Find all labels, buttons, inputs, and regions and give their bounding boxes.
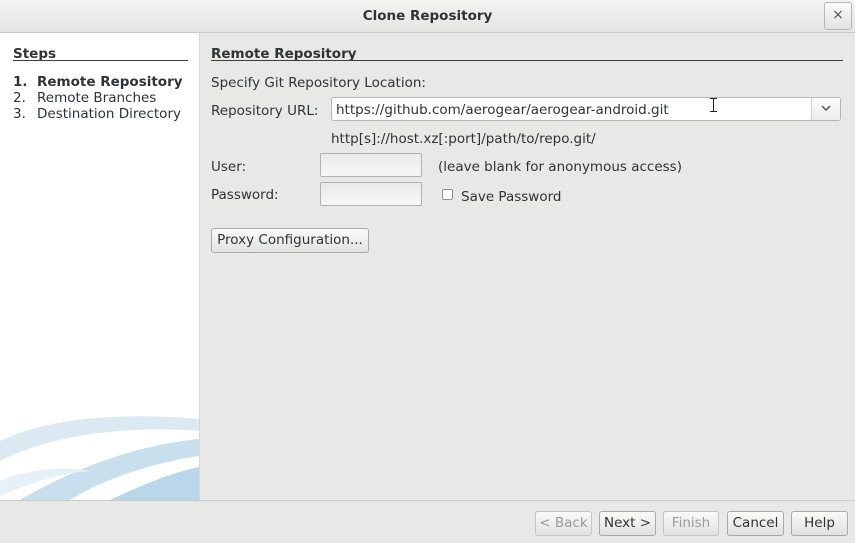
repository-url-dropdown-button[interactable] [811, 98, 840, 120]
chevron-down-icon [821, 105, 831, 112]
close-button[interactable]: × [824, 2, 852, 30]
proxy-configuration-button[interactable]: Proxy Configuration... [211, 228, 369, 253]
step-label: Destination Directory [37, 106, 181, 122]
step-remote-repository: 1. Remote Repository [13, 74, 183, 90]
url-format-hint: http[s]://host.xz[:port]/path/to/repo.gi… [331, 131, 596, 147]
steps-panel: Steps 1. Remote Repository 2. Remote Branc… [0, 33, 200, 500]
main-panel: Remote Repository Specify Git Repository… [200, 33, 855, 500]
user-field[interactable] [320, 153, 422, 177]
steps-divider [13, 60, 188, 61]
step-label: Remote Branches [37, 90, 157, 106]
repository-url-combobox[interactable]: https://github.com/aerogear/aerogear-and… [331, 97, 841, 121]
step-number: 2. [13, 90, 26, 106]
step-label: Remote Repository [37, 74, 183, 90]
step-number: 1. [13, 74, 28, 90]
finish-button[interactable]: Finish [663, 511, 719, 536]
repository-url-value[interactable]: https://github.com/aerogear/aerogear-and… [336, 102, 669, 118]
password-label: Password: [211, 187, 279, 203]
save-password-label[interactable]: Save Password [461, 189, 562, 205]
repository-url-label: Repository URL: [211, 103, 319, 119]
help-button[interactable]: Help [791, 511, 848, 536]
step-number: 3. [13, 106, 26, 122]
cancel-button[interactable]: Cancel [727, 511, 784, 536]
title-bar: Clone Repository × [0, 0, 855, 33]
user-label: User: [211, 159, 247, 175]
step-remote-branches: 2. Remote Branches [13, 90, 156, 106]
password-field[interactable] [320, 182, 422, 206]
next-button[interactable]: Next > [599, 511, 656, 536]
decorative-swoosh-graphic [0, 416, 199, 500]
panel-divider [211, 60, 843, 61]
back-button[interactable]: < Back [535, 511, 592, 536]
specify-location-label: Specify Git Repository Location: [211, 75, 426, 91]
window-title: Clone Repository [362, 8, 493, 24]
button-bar: < Back Next > Finish Cancel Help [0, 500, 855, 543]
close-icon: × [832, 7, 844, 23]
user-hint: (leave blank for anonymous access) [438, 159, 682, 175]
save-password-checkbox[interactable] [442, 189, 453, 200]
step-destination-directory: 3. Destination Directory [13, 106, 181, 122]
text-cursor-icon [710, 98, 717, 112]
